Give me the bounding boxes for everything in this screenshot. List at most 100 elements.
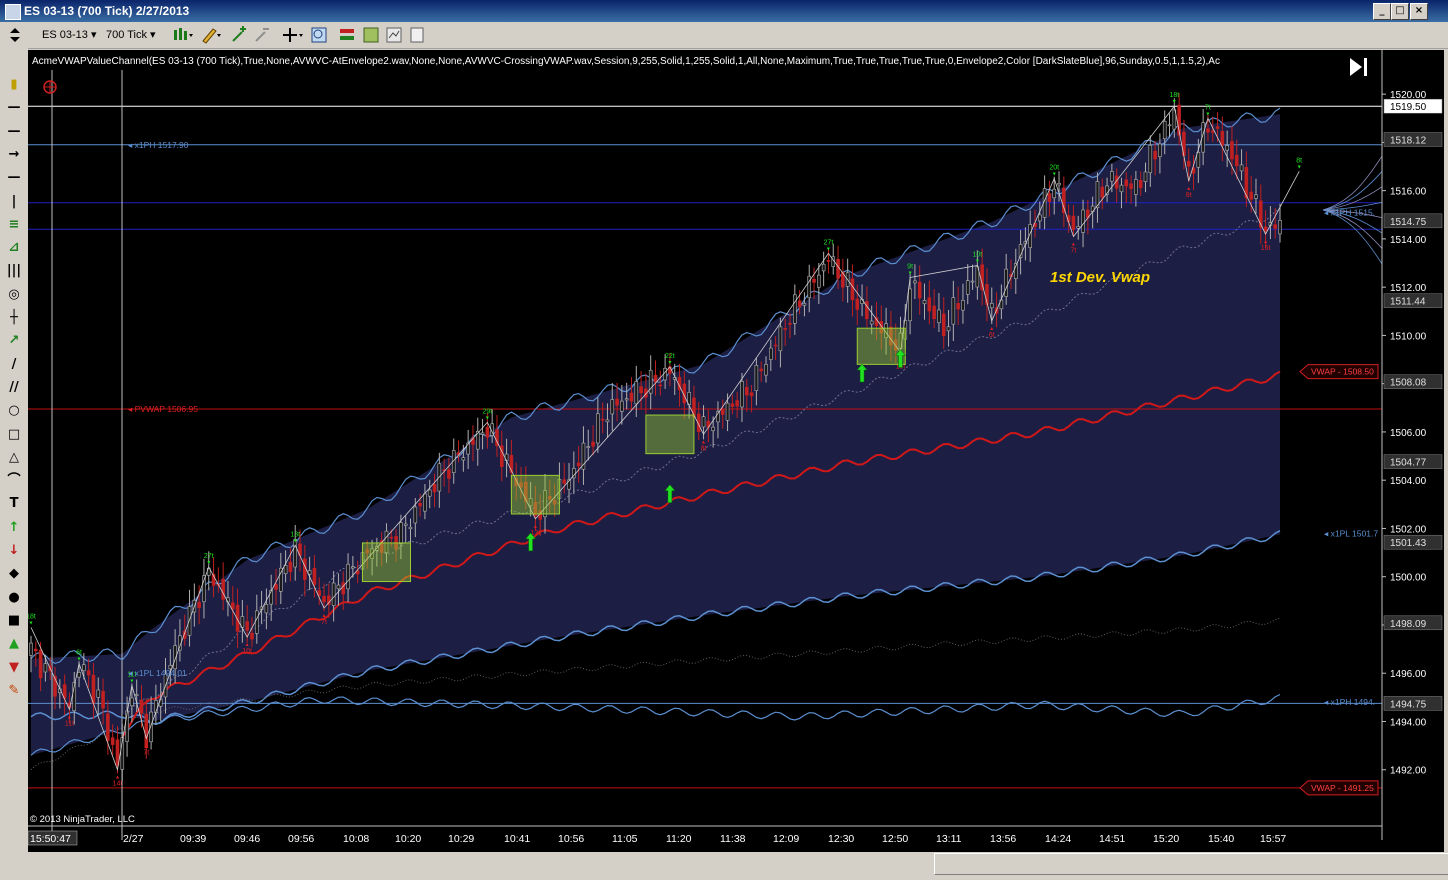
swing-label: 6t	[76, 650, 82, 657]
price-bar-body	[692, 397, 696, 418]
price-bar-body	[1258, 200, 1263, 228]
price-bar-body	[1062, 187, 1066, 214]
data-box-icon[interactable]	[310, 26, 328, 44]
y-tick-label: 1502.00	[1390, 524, 1427, 535]
line-icon[interactable]: —	[4, 99, 24, 117]
dot-icon[interactable]: ●	[4, 589, 24, 607]
app-icon	[5, 4, 21, 20]
ellipse-icon[interactable]: ○	[4, 402, 24, 420]
price-chart[interactable]: 18t▾6t▾11t▴14t▴11t▾7t▴27t▾10t▴13t▾7t▴29t…	[26, 50, 1444, 852]
regression-channel-icon[interactable]: ↗	[4, 332, 24, 350]
swing-label: 27t	[204, 553, 214, 560]
price-bar-body	[1138, 180, 1143, 188]
order-icon[interactable]	[338, 26, 356, 44]
price-bar-body	[1124, 179, 1129, 187]
x-tick-label: 10:29	[448, 833, 474, 845]
horizontal-scrollbar[interactable]	[28, 852, 1448, 876]
fib-extension-icon[interactable]: ⊿	[4, 239, 24, 257]
diamond-icon[interactable]: ◆	[4, 565, 24, 583]
swing-label: 16t	[1261, 245, 1271, 252]
swing-marker: ▴	[68, 714, 71, 720]
chevron-down-icon: ▾	[150, 29, 156, 41]
gann-fan-icon[interactable]: //	[4, 379, 24, 397]
swing-label: 6t	[989, 332, 995, 339]
price-bar-body	[34, 648, 38, 652]
fib-timezones-icon[interactable]: |||	[4, 262, 24, 280]
pencil-icon[interactable]	[200, 26, 221, 44]
maximize-button[interactable]: □	[1391, 3, 1409, 20]
price-bar-body	[1249, 191, 1253, 200]
trend-channel-icon[interactable]: /	[4, 356, 24, 374]
price-marker-label: 1494.75	[1390, 699, 1427, 710]
triangle-down-icon[interactable]: ▼	[4, 659, 24, 677]
swing-marker: ▾	[78, 657, 81, 663]
pencil-icon[interactable]: ✎	[4, 682, 24, 700]
price-bar-body	[711, 426, 715, 432]
price-bar-body	[639, 386, 643, 394]
arrow-down-icon[interactable]: ↓	[4, 542, 24, 560]
ray-icon[interactable]: —	[4, 123, 24, 141]
x-tick-label: 2/27	[123, 833, 144, 845]
template-icon[interactable]	[408, 26, 426, 44]
price-bar-body	[1273, 224, 1277, 229]
price-marker-label: 1504.77	[1390, 458, 1427, 469]
scrollbar-thumb[interactable]	[934, 853, 1448, 875]
price-bar-body	[778, 326, 783, 352]
fib-retracement-icon[interactable]: ≡	[4, 216, 24, 234]
text-icon[interactable]: T	[4, 495, 24, 513]
price-bar-body	[908, 288, 912, 322]
square-icon[interactable]: ■	[4, 612, 24, 630]
swing-marker: ▾	[909, 271, 912, 277]
price-bar-body	[826, 260, 831, 262]
price-bar-body	[389, 536, 394, 539]
zoom-in-icon[interactable]	[230, 26, 248, 44]
arrow-line-icon[interactable]: →	[4, 146, 24, 164]
price-bar-body	[341, 582, 346, 595]
swing-marker: ▾	[1173, 99, 1176, 105]
price-bar-body	[653, 374, 658, 383]
swing-label: 20t	[1049, 165, 1059, 172]
rectangle-icon[interactable]: □	[4, 426, 24, 444]
close-button[interactable]: ×	[1410, 3, 1428, 20]
price-bar-body	[432, 483, 437, 493]
price-bar-body	[139, 699, 144, 714]
zoom-out-icon[interactable]	[253, 26, 271, 44]
price-bar-body	[403, 523, 408, 526]
price-bar-body	[1081, 209, 1085, 233]
swing-label: 9t	[907, 264, 913, 271]
price-bar-body	[1057, 183, 1061, 186]
fib-circle-icon[interactable]: ◎	[4, 286, 24, 304]
price-bar-body	[447, 469, 451, 479]
ruler-icon[interactable]: ▮	[4, 76, 24, 94]
instrument-selector[interactable]: ES 03-13 ▾	[42, 26, 102, 44]
crosshair-icon[interactable]	[282, 26, 303, 44]
swing-marker: ▴	[990, 326, 993, 332]
swing-marker: ▾	[294, 538, 297, 544]
vertical-line-icon[interactable]: |	[4, 193, 24, 211]
price-bar-body	[850, 278, 855, 301]
support-zone-box	[510, 474, 560, 515]
price-bar-body	[970, 280, 975, 283]
chart-panel[interactable]: 18t ▾ 6t ▾ 11t ▴ 14t ▴ 11t ▾ 7t ▴ 27t ▾ 10t ▴ 13t ▾ 7t ▴ 29t…	[26, 50, 1444, 876]
bar-type-icon[interactable]	[172, 26, 193, 44]
price-bar-body	[43, 663, 48, 673]
minimize-button[interactable]: _	[1373, 3, 1391, 20]
triangle-up-icon[interactable]: ▲	[4, 635, 24, 653]
support-zone-box	[361, 542, 412, 583]
price-bar-body	[29, 642, 33, 656]
triangle-icon[interactable]: △	[4, 449, 24, 467]
horizontal-line-icon[interactable]: —	[4, 169, 24, 187]
arc-icon[interactable]: ⌒	[4, 472, 24, 490]
chart-properties-icon[interactable]	[385, 26, 403, 44]
price-bar-body	[1129, 183, 1133, 189]
arrow-up-icon[interactable]: ↑	[4, 519, 24, 537]
andrews-pitchfork-icon[interactable]: ┼	[4, 309, 24, 327]
price-bar-body	[1206, 128, 1210, 133]
swing-label: 10t	[972, 251, 982, 258]
swing-marker: ▾	[668, 360, 671, 366]
strategy-icon[interactable]	[362, 26, 380, 44]
price-bar-body	[812, 278, 816, 283]
scroll-arrows-icon[interactable]	[6, 26, 24, 44]
price-bar-body	[461, 457, 466, 461]
interval-selector[interactable]: 700 Tick ▾	[106, 26, 162, 44]
